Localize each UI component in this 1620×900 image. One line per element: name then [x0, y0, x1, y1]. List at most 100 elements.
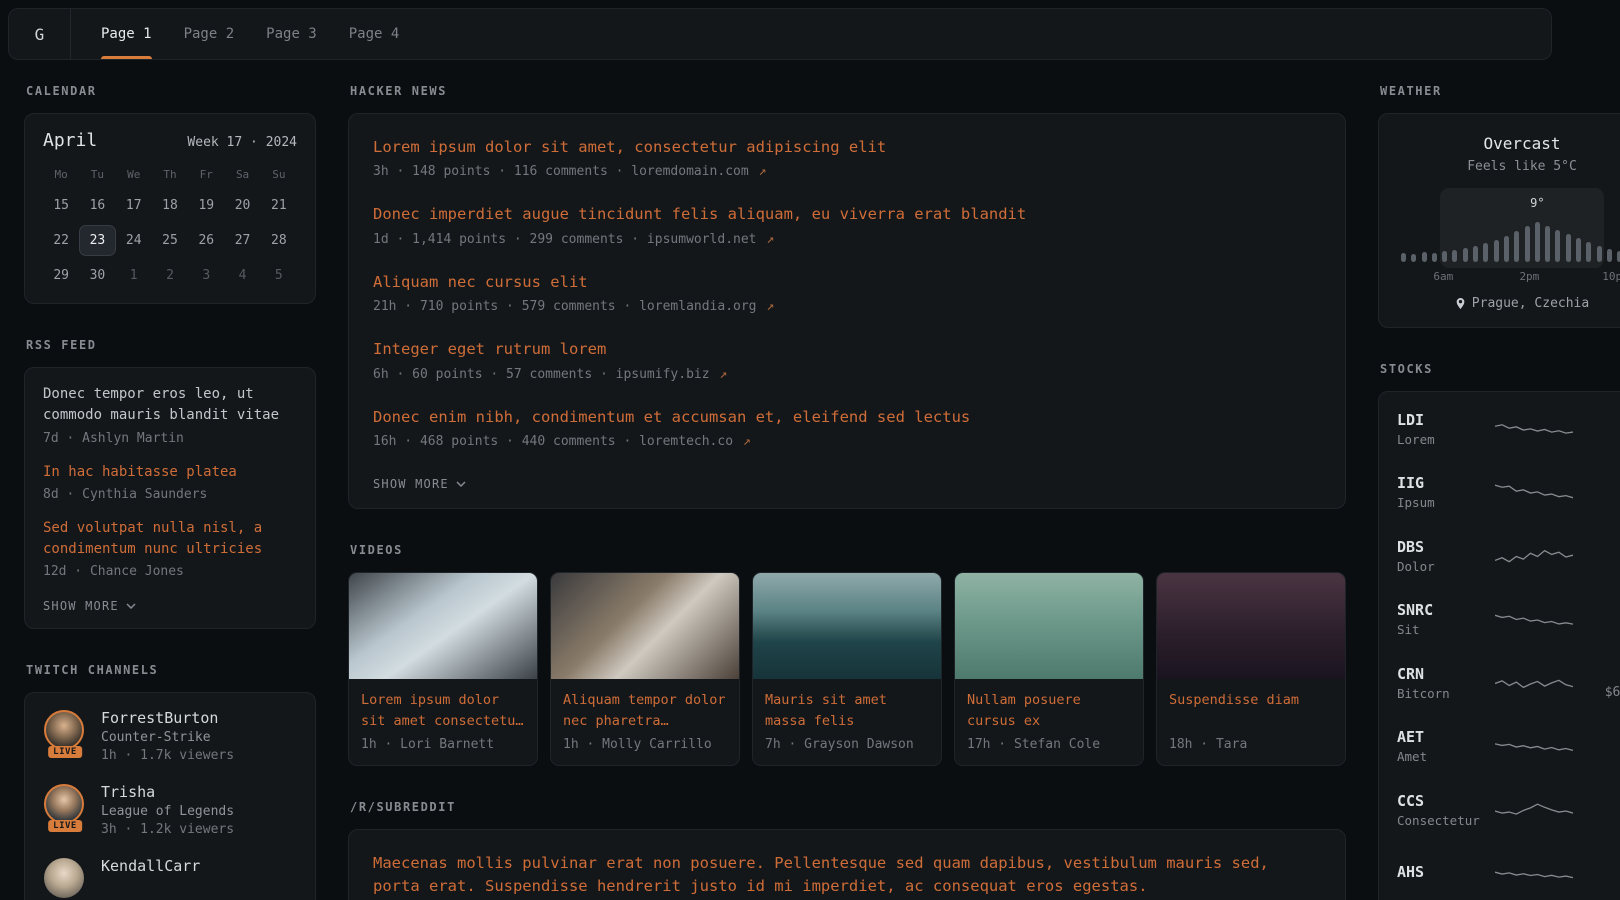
weather-hour-bar	[1586, 242, 1591, 262]
app-logo[interactable]: G	[9, 9, 71, 59]
calendar-day: 21	[261, 190, 297, 221]
reddit-post-title[interactable]: Maecenas mollis pulvinar erat non posuer…	[373, 852, 1321, 897]
video-meta: 18h · Tara	[1157, 732, 1345, 765]
rss-item-meta: 12d · Chance Jones	[43, 564, 297, 579]
stock-row[interactable]: AET Amet +0.92% $499.72	[1397, 715, 1620, 779]
external-link-icon: ↗	[743, 434, 751, 449]
weather-section-title: WEATHER	[1380, 84, 1620, 98]
hackernews-item-title[interactable]: Donec imperdiet augue tincidunt felis al…	[373, 203, 1321, 225]
stock-row[interactable]: IIG Ipsum +2.84% $42.04	[1397, 461, 1620, 525]
calendar-day: 28	[261, 225, 297, 256]
stock-row[interactable]: CCS Consectetur +0.51% $165.84	[1397, 778, 1620, 842]
video-card[interactable]: Aliquam tempor dolor nec pharetra… 1h · …	[550, 572, 740, 766]
weather-hour-bar	[1432, 253, 1437, 262]
calendar-day: 16	[79, 190, 115, 221]
weather-widget: WEATHER Overcast Feels like 5°C 9° 6am 2…	[1378, 84, 1620, 328]
stock-name: Bitcorn	[1397, 686, 1485, 701]
stock-row[interactable]: LDI Lorem +4.35% $795.18	[1397, 397, 1620, 461]
stocks-widget: STOCKS LDI Lorem +4.35% $795.18 IIG	[1378, 362, 1620, 900]
video-meta: 1h · Lori Barnett	[349, 732, 537, 765]
rss-item-title[interactable]: In hac habitasse platea	[43, 462, 297, 483]
rss-item: Donec tempor eros leo, ut commodo mauris…	[43, 384, 297, 446]
stock-row[interactable]: CRN Bitcorn -1.00% $66,171.48	[1397, 651, 1620, 715]
tab-page-3[interactable]: Page 3	[252, 9, 331, 59]
weather-hour-bar	[1535, 222, 1540, 262]
hackernews-item-title[interactable]: Aliquam nec cursus elit	[373, 271, 1321, 293]
video-card[interactable]: Suspendisse diam 18h · Tara	[1156, 572, 1346, 766]
hackernews-item-title[interactable]: Lorem ipsum dolor sit amet, consectetur …	[373, 136, 1321, 158]
weather-hour-bar	[1422, 252, 1427, 262]
stock-name: Amet	[1397, 749, 1485, 764]
stock-price: $499.72	[1583, 749, 1620, 764]
stock-sparkline	[1495, 478, 1573, 506]
tab-page-1[interactable]: Page 1	[87, 9, 166, 59]
video-card[interactable]: Mauris sit amet massa felis 7h · Grayson…	[752, 572, 942, 766]
twitch-channel-row[interactable]: LIVE Trisha League of Legends 3h · 1.2k …	[43, 783, 297, 837]
topbar: G Page 1 Page 2 Page 3 Page 4	[8, 8, 1552, 60]
rss-section-title: RSS FEED	[26, 338, 316, 352]
show-more-label: SHOW MORE	[373, 477, 449, 491]
stock-symbol: DBS	[1397, 538, 1485, 556]
weather-hour-bar	[1576, 238, 1581, 262]
external-link-icon: ↗	[719, 367, 727, 382]
stock-sparkline	[1495, 732, 1573, 760]
video-title: Aliquam tempor dolor nec pharetra…	[551, 679, 739, 732]
calendar-day: 29	[43, 260, 79, 291]
stock-row[interactable]: DBS Dolor +1.42% $156.28	[1397, 524, 1620, 588]
weather-hour-bar	[1473, 246, 1478, 262]
channel-name: Trisha	[101, 783, 234, 801]
stock-row[interactable]: AHS +0.46%	[1397, 842, 1620, 900]
hackernews-card: Lorem ipsum dolor sit amet, consectetur …	[348, 113, 1346, 509]
stock-values: +0.46%	[1583, 863, 1620, 883]
weather-hour-bar	[1463, 248, 1468, 262]
stock-price: $165.84	[1583, 812, 1620, 827]
calendar-day: 2	[152, 260, 188, 291]
weather-location: Prague, Czechia	[1399, 296, 1620, 311]
video-thumbnail	[955, 573, 1143, 679]
twitch-channel-row[interactable]: KendallCarr	[43, 857, 297, 900]
stock-info: SNRC Sit	[1397, 601, 1485, 637]
tab-page-2[interactable]: Page 2	[170, 9, 249, 59]
video-meta: 1h · Molly Carrillo	[551, 732, 739, 765]
stock-name: Consectetur	[1397, 813, 1485, 828]
channel-viewers: 3h · 1.2k viewers	[101, 822, 234, 837]
hackernews-item-title[interactable]: Donec enim nibh, condimentum et accumsan…	[373, 406, 1321, 428]
stock-name: Ipsum	[1397, 495, 1485, 510]
tab-page-4[interactable]: Page 4	[335, 9, 414, 59]
channel-avatar-image	[44, 710, 84, 750]
calendar-section-title: CALENDAR	[26, 84, 316, 98]
video-card[interactable]: Nullam posuere cursus ex 17h · Stefan Co…	[954, 572, 1144, 766]
hackernews-show-more-button[interactable]: SHOW MORE	[373, 477, 466, 491]
reddit-widget: /R/SUBREDDIT Maecenas mollis pulvinar er…	[348, 800, 1346, 900]
external-link-icon: ↗	[766, 299, 774, 314]
calendar-dow: Th	[152, 163, 188, 186]
stocks-card: LDI Lorem +4.35% $795.18 IIG Ipsum	[1378, 391, 1620, 900]
external-link-icon: ↗	[759, 164, 767, 179]
weather-hour-bar	[1504, 236, 1509, 262]
twitch-channel-row[interactable]: LIVE ForrestBurton Counter-Strike 1h · 1…	[43, 709, 297, 763]
channel-info: Trisha League of Legends 3h · 1.2k viewe…	[101, 783, 234, 837]
channel-info: KendallCarr	[101, 857, 200, 878]
chevron-down-icon	[456, 481, 466, 487]
weather-hourly-chart: 9° 6am 2pm 10pm	[1399, 190, 1620, 284]
page-tabs: Page 1 Page 2 Page 3 Page 4	[87, 9, 413, 59]
twitch-section-title: TWITCH CHANNELS	[26, 663, 316, 677]
hackernews-widget: HACKER NEWS Lorem ipsum dolor sit amet, …	[348, 84, 1346, 509]
hackernews-item: Lorem ipsum dolor sit amet, consectetur …	[373, 136, 1321, 179]
hackernews-item-title[interactable]: Integer eget rutrum lorem	[373, 338, 1321, 360]
stock-row[interactable]: SNRC Sit +1.36% $148.64	[1397, 588, 1620, 652]
calendar-dow: Sa	[224, 163, 260, 186]
weather-hour-bar	[1607, 249, 1612, 262]
rss-item-title[interactable]: Donec tempor eros leo, ut commodo mauris…	[43, 384, 297, 427]
stock-sparkline	[1495, 669, 1573, 697]
rss-card: Donec tempor eros leo, ut commodo mauris…	[24, 367, 316, 629]
rss-show-more-button[interactable]: SHOW MORE	[43, 599, 136, 613]
avatar: LIVE	[43, 709, 87, 753]
stock-values: +1.42% $156.28	[1583, 538, 1620, 573]
stock-info: DBS Dolor	[1397, 538, 1485, 574]
rss-widget: RSS FEED Donec tempor eros leo, ut commo…	[24, 338, 316, 629]
weather-bars	[1401, 218, 1620, 262]
video-card[interactable]: Lorem ipsum dolor sit amet consectetu… 1…	[348, 572, 538, 766]
video-title: Lorem ipsum dolor sit amet consectetu…	[349, 679, 537, 732]
rss-item-title[interactable]: Sed volutpat nulla nisl, a condimentum n…	[43, 518, 297, 561]
